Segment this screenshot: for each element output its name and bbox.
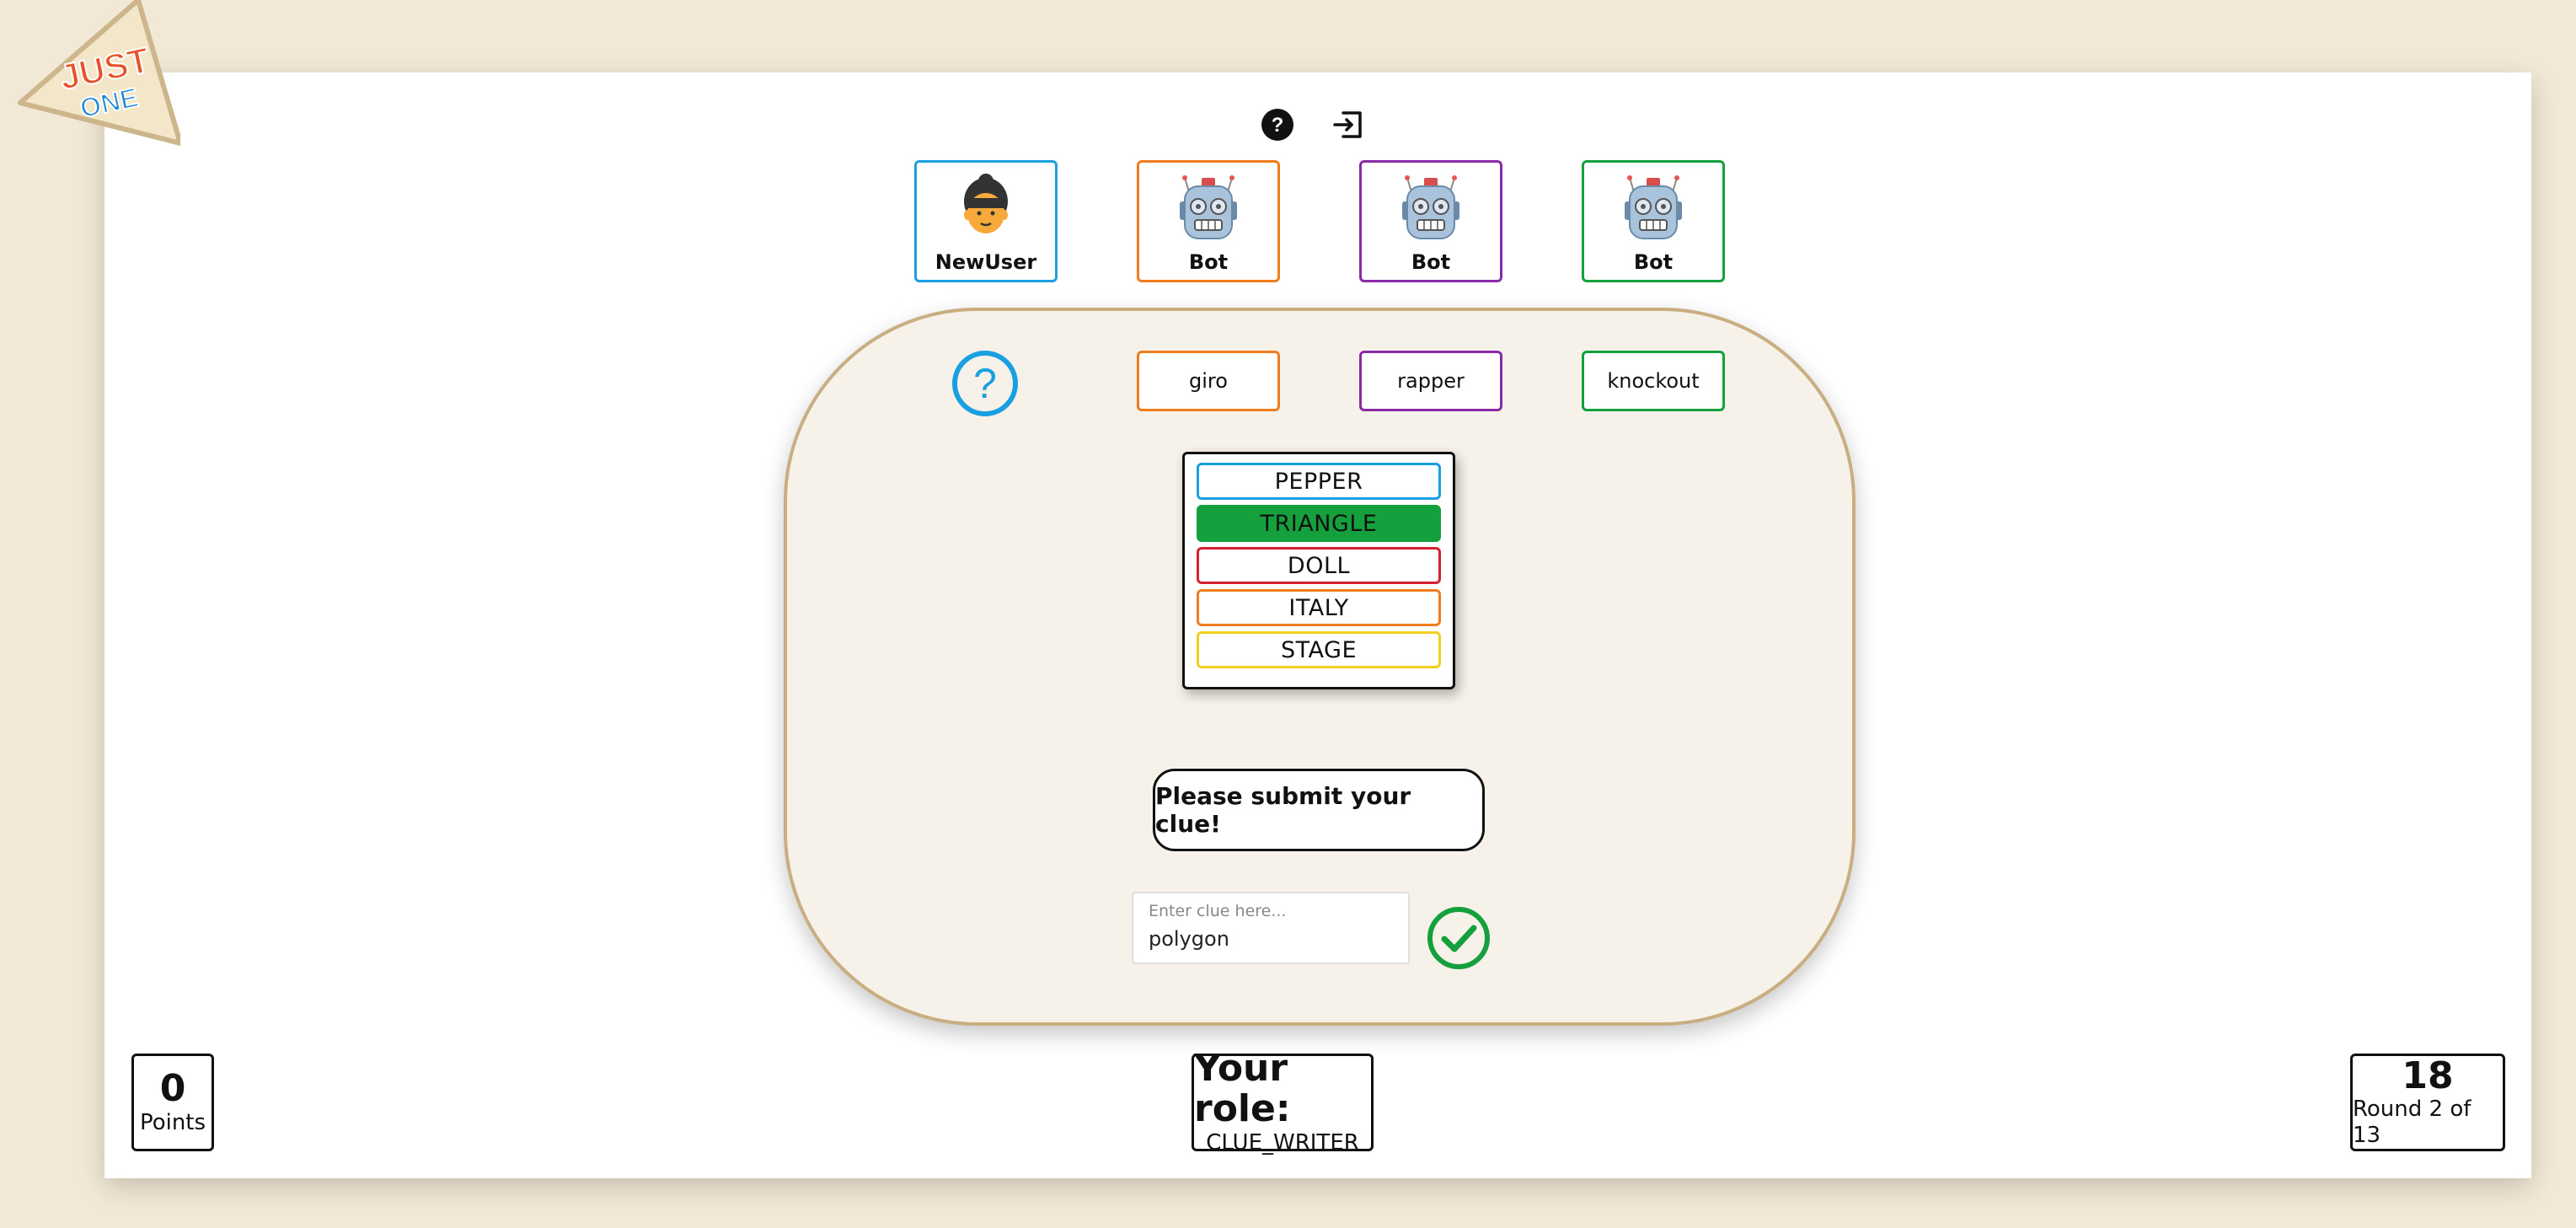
robot-icon — [1180, 175, 1237, 239]
player-name: NewUser — [935, 250, 1037, 274]
exit-icon[interactable] — [1330, 106, 1367, 143]
role-title: Your role: — [1194, 1047, 1291, 1131]
submit-clue-prompt: Please submit your clue! — [1153, 769, 1485, 851]
player-name: Bot — [1188, 250, 1229, 274]
player-card-newuser: NewUser — [914, 160, 1058, 282]
clue-card-bot-2: rapper — [1359, 351, 1502, 411]
points-box: 0 Points — [131, 1054, 214, 1151]
points-value: 0 — [159, 1067, 186, 1111]
role-value: CLUE_WRITER — [1206, 1129, 1359, 1156]
submit-check-icon[interactable] — [1426, 905, 1492, 971]
player-card-bot-3: Bot — [1582, 160, 1725, 282]
clue-input-value[interactable]: polygon — [1149, 927, 1393, 951]
word-card: PEPPER TRIANGLE DOLL ITALY STAGE — [1182, 452, 1455, 689]
clue-text: knockout — [1607, 369, 1700, 393]
clue-text: giro — [1189, 369, 1228, 393]
player-card-bot-2: Bot — [1359, 160, 1502, 282]
clue-text: rapper — [1397, 369, 1465, 393]
round-box: 18 Round 2 of 13 — [2350, 1054, 2505, 1151]
just-one-logo: JUST ONE — [18, 0, 180, 146]
timer-value: 18 — [2402, 1054, 2454, 1097]
clue-input-placeholder: Enter clue here... — [1149, 902, 1287, 920]
word-doll: DOLL — [1197, 547, 1441, 584]
points-label: Points — [139, 1109, 206, 1135]
robot-icon — [1625, 175, 1682, 239]
svg-text:?: ? — [973, 360, 997, 407]
clue-card-bot-1: giro — [1137, 351, 1280, 411]
word-italy: ITALY — [1197, 589, 1441, 626]
user-face-icon — [964, 174, 1008, 233]
player-name: Bot — [1411, 250, 1451, 274]
svg-text:?: ? — [1272, 114, 1284, 137]
header-actions: ? — [1259, 106, 1367, 143]
round-label: Round 2 of 13 — [2353, 1097, 2472, 1149]
robot-icon — [1402, 175, 1459, 239]
clue-card-bot-3: knockout — [1582, 351, 1725, 411]
question-mark-icon: ? — [952, 351, 1018, 416]
player-name: Bot — [1633, 250, 1674, 274]
word-stage: STAGE — [1197, 631, 1441, 668]
word-triangle: TRIANGLE — [1197, 505, 1441, 542]
player-card-bot-1: Bot — [1137, 160, 1280, 282]
word-pepper: PEPPER — [1197, 463, 1441, 500]
clue-input-field[interactable]: Enter clue here... polygon — [1132, 892, 1410, 964]
help-circle-icon[interactable]: ? — [1259, 106, 1296, 143]
role-box: Your role: CLUE_WRITER — [1192, 1048, 1374, 1156]
